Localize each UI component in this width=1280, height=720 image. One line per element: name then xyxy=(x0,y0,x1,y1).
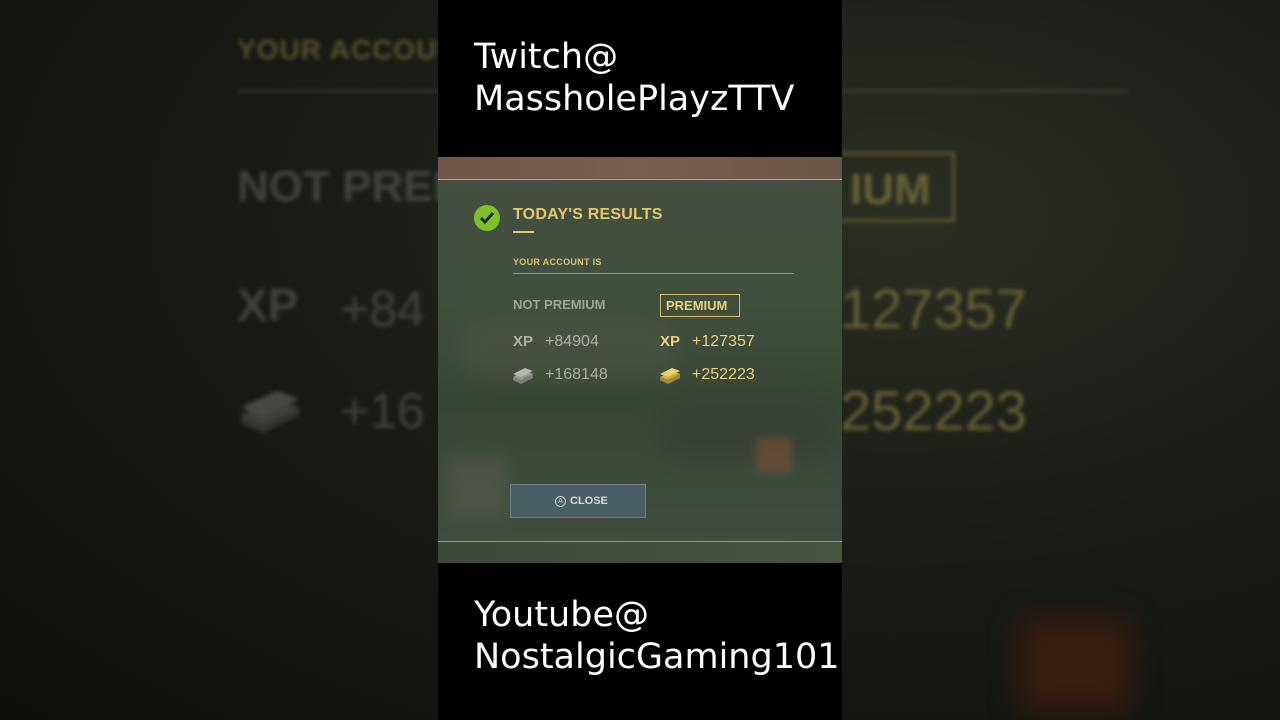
credits-not-premium-value: +168148 xyxy=(545,366,608,383)
xp-premium-value: +127357 xyxy=(692,333,755,350)
controller-a-icon: A xyxy=(555,496,566,507)
screen-top-strip xyxy=(438,157,842,179)
xp-icon-premium: XP xyxy=(660,333,681,350)
youtube-caption-line2: NostalgicGaming101 xyxy=(474,637,840,677)
account-status-label: YOUR ACCOUNT IS xyxy=(513,257,602,267)
dialog-top-border xyxy=(438,179,842,180)
title-underline xyxy=(513,231,534,233)
not-premium-header: NOT PREMIUM xyxy=(513,297,606,312)
bg-orange-spot xyxy=(1020,620,1130,710)
youtube-caption: Youtube@ NostalgicGaming101 xyxy=(474,594,840,678)
credits-icon xyxy=(513,368,533,384)
twitch-caption-line1: Twitch@ xyxy=(474,37,619,77)
bg-xp-not-premium: +84 xyxy=(340,281,425,337)
game-screen: TODAY'S RESULTS YOUR ACCOUNT IS NOT PREM… xyxy=(438,157,842,563)
xp-not-premium-value: +84904 xyxy=(545,333,599,350)
video-column: Twitch@ MassholePlayzTTV TODAY'S RESULTS… xyxy=(438,0,842,720)
account-divider xyxy=(513,273,794,274)
screen-bottom-strip xyxy=(438,541,842,563)
bg-xp-premium: 127357 xyxy=(840,277,1027,340)
dialog-bottom-border xyxy=(438,541,842,542)
results-title: TODAY'S RESULTS xyxy=(513,206,663,223)
credits-premium-value: +252223 xyxy=(692,366,755,383)
close-button-label: CLOSE xyxy=(570,495,608,507)
bg-not-premium: NOT PREM xyxy=(237,162,470,211)
bg-account-title: YOUR ACCOUN xyxy=(237,34,459,65)
bg-credits-not-premium: +16 xyxy=(340,383,425,439)
bg-xp-label: XP xyxy=(237,279,299,331)
checkmark-icon xyxy=(474,205,500,231)
youtube-caption-line1: Youtube@ xyxy=(474,595,649,635)
twitch-caption: Twitch@ MassholePlayzTTV xyxy=(474,36,794,120)
twitch-caption-line2: MassholePlayzTTV xyxy=(474,79,795,119)
bg-premium: IUM xyxy=(850,165,931,214)
close-button[interactable]: A CLOSE xyxy=(510,484,646,518)
bg-credits-icon xyxy=(241,391,299,433)
premium-header: PREMIUM xyxy=(666,298,728,313)
bg-credits-premium: 252223 xyxy=(840,379,1027,442)
credits-icon xyxy=(660,368,680,384)
xp-icon-not-premium: XP xyxy=(513,333,534,350)
